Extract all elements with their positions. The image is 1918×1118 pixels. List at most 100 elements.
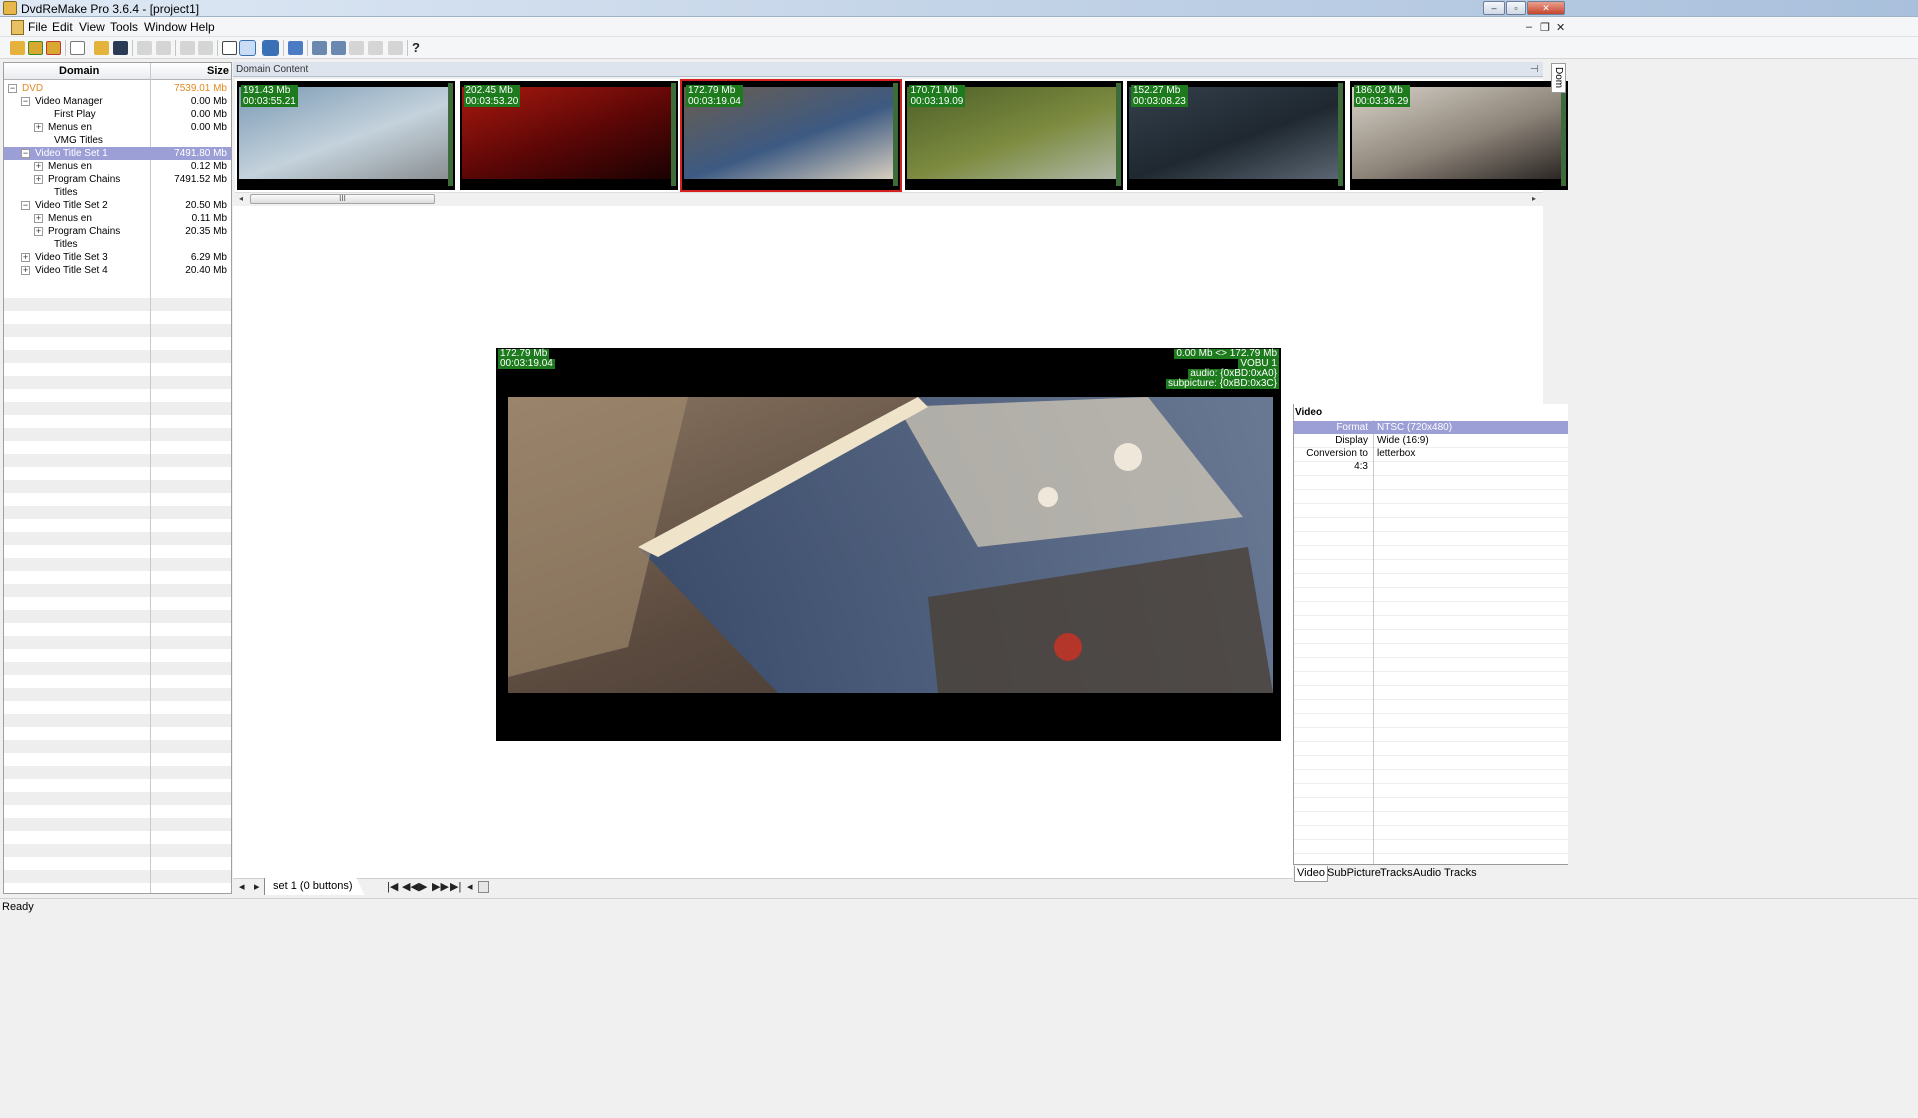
tree-row[interactable]: + Menus en 0.11 Mb — [4, 212, 231, 225]
back-icon[interactable] — [180, 41, 195, 55]
open-folder-icon[interactable] — [10, 41, 25, 55]
document-icon[interactable] — [11, 20, 24, 35]
tree-row[interactable]: Titles — [4, 186, 231, 199]
view-table-icon[interactable] — [222, 41, 237, 55]
expand-icon[interactable]: + — [21, 266, 30, 275]
domain-tree[interactable]: Domain Size − DVD 7539.01 Mb − Video Manager… — [3, 62, 232, 894]
maximize-button[interactable]: ▫ — [1506, 1, 1526, 15]
view-preview-icon[interactable] — [262, 40, 279, 56]
rewind-button[interactable]: ◀◀ — [402, 880, 419, 893]
sort-icon[interactable] — [312, 41, 327, 55]
slider-left-arrow[interactable]: ◂ — [467, 880, 473, 893]
position-slider-thumb[interactable] — [478, 881, 489, 893]
collapse-icon[interactable]: − — [8, 84, 17, 93]
export-icon[interactable] — [46, 41, 61, 55]
play-button[interactable]: ▶ — [419, 880, 427, 893]
scroll-left-arrow[interactable]: ◂ — [239, 194, 243, 203]
tab-next-button[interactable]: ▸ — [254, 880, 260, 893]
mdi-close-button[interactable]: ✕ — [1556, 21, 1565, 34]
expand-icon[interactable]: + — [34, 227, 43, 236]
thumbnail[interactable]: 186.02 Mb 00:03:36.29 — [1349, 81, 1568, 190]
menu-file[interactable]: File — [28, 20, 47, 34]
tab-video[interactable]: Video — [1294, 866, 1328, 882]
tree-row[interactable]: − Video Manager 0.00 Mb — [4, 95, 231, 108]
domain-side-tab[interactable]: Dom — [1551, 63, 1566, 93]
tree-row[interactable]: + Program Chains 7491.52 Mb — [4, 173, 231, 186]
collapse-icon[interactable]: − — [21, 149, 30, 158]
thumbnail[interactable]: 202.45 Mb 00:03:53.20 — [459, 81, 678, 190]
open-project-icon[interactable] — [28, 41, 43, 55]
save-icon[interactable] — [113, 41, 128, 55]
merge-icon[interactable] — [331, 41, 346, 55]
first-frame-button[interactable]: |◀ — [387, 880, 398, 893]
thumbnail[interactable]: 170.71 Mb 00:03:19.09 — [904, 81, 1123, 190]
tree-row[interactable]: Titles — [4, 238, 231, 251]
title-bar[interactable] — [0, 0, 1918, 17]
collapse-icon[interactable]: − — [21, 97, 30, 106]
tree-row[interactable]: VMG Titles — [4, 134, 231, 147]
blank-icon[interactable] — [388, 41, 403, 55]
menu-edit[interactable]: Edit — [52, 20, 73, 34]
fast-forward-button[interactable]: ▶▶ — [432, 880, 449, 893]
tree-row[interactable]: − Video Title Set 2 20.50 Mb — [4, 199, 231, 212]
menu-window[interactable]: Window — [144, 20, 187, 34]
forward-icon[interactable] — [198, 41, 213, 55]
minimize-button[interactable]: – — [1483, 1, 1505, 15]
tab-audio-tracks[interactable]: Audio Tracks — [1411, 866, 1479, 881]
tree-item-label: Titles — [54, 187, 78, 198]
column-domain[interactable]: Domain — [59, 65, 99, 77]
tab-tracks[interactable]: Tracks — [1378, 866, 1415, 881]
tree-row[interactable]: + Menus en 0.12 Mb — [4, 160, 231, 173]
expand-icon[interactable]: + — [34, 123, 43, 132]
new-document-icon[interactable] — [70, 41, 85, 55]
expand-icon[interactable]: + — [21, 253, 30, 262]
menu-view[interactable]: View — [79, 20, 105, 34]
thumbnail-progress-bar — [670, 83, 676, 186]
menu-help[interactable]: Help — [190, 20, 215, 34]
tab-set-1[interactable]: set 1 (0 buttons) — [264, 878, 365, 895]
mdi-restore-button[interactable]: ❐ — [1540, 21, 1550, 34]
tab-subpicture[interactable]: SubPicture — [1325, 866, 1383, 881]
tab-prev-button[interactable]: ◂ — [239, 880, 245, 893]
expand-icon[interactable]: + — [34, 214, 43, 223]
tree-row[interactable]: − DVD 7539.01 Mb — [4, 82, 231, 95]
expand-icon[interactable]: + — [34, 175, 43, 184]
menu-tools[interactable]: Tools — [110, 20, 138, 34]
last-frame-button[interactable]: ▶| — [450, 880, 461, 893]
tree-row[interactable]: − Video Title Set 1 7491.80 Mb — [4, 147, 231, 160]
view-thumbs-icon[interactable] — [239, 40, 256, 56]
delete-icon[interactable] — [368, 41, 383, 55]
tree-row[interactable]: + Video Title Set 3 6.29 Mb — [4, 251, 231, 264]
tree-row[interactable]: + Menus en 0.00 Mb — [4, 121, 231, 134]
thumbnail[interactable]: 172.79 Mb 00:03:19.04 — [680, 79, 902, 192]
scroll-right-arrow[interactable]: ▸ — [1532, 194, 1536, 203]
tree-row[interactable]: First Play 0.00 Mb — [4, 108, 231, 121]
property-value[interactable]: NTSC (720x480) — [1377, 421, 1452, 434]
collapse-icon[interactable]: − — [21, 201, 30, 210]
thumbnail[interactable]: 191.43 Mb 00:03:55.21 — [237, 81, 455, 190]
property-row[interactable]: Format NTSC (720x480) — [1294, 421, 1568, 434]
pin-icon[interactable]: ⊣ — [1530, 64, 1539, 75]
thumbnail[interactable]: 152.27 Mb 00:03:08.23 — [1127, 81, 1345, 190]
thumbnail-time: 00:03:53.20 — [465, 96, 519, 107]
split-icon[interactable] — [349, 41, 364, 55]
redo-icon[interactable] — [156, 41, 171, 55]
mdi-minimize-button[interactable]: – — [1526, 21, 1532, 33]
thumbnail-info: 172.79 Mb 00:03:19.04 — [686, 85, 743, 107]
undo-icon[interactable] — [137, 41, 152, 55]
navigate-icon[interactable] — [288, 41, 303, 55]
tree-row[interactable]: + Video Title Set 4 20.40 Mb — [4, 264, 231, 277]
expand-icon[interactable]: + — [34, 162, 43, 171]
close-button[interactable]: ✕ — [1527, 1, 1565, 15]
property-row[interactable]: Display Wide (16:9) — [1294, 434, 1568, 447]
property-value[interactable]: letterbox — [1377, 447, 1415, 460]
help-icon[interactable]: ? — [412, 41, 427, 55]
property-row[interactable]: Conversion to 4:3 letterbox — [1294, 447, 1568, 472]
column-size[interactable]: Size — [207, 65, 229, 77]
property-value[interactable]: Wide (16:9) — [1377, 434, 1429, 447]
properties-divider[interactable] — [1373, 420, 1374, 864]
open-file-icon[interactable] — [94, 41, 109, 55]
tree-row[interactable]: + Program Chains 20.35 Mb — [4, 225, 231, 238]
scroll-thumb[interactable]: III — [250, 194, 435, 204]
app-icon[interactable] — [3, 1, 17, 15]
